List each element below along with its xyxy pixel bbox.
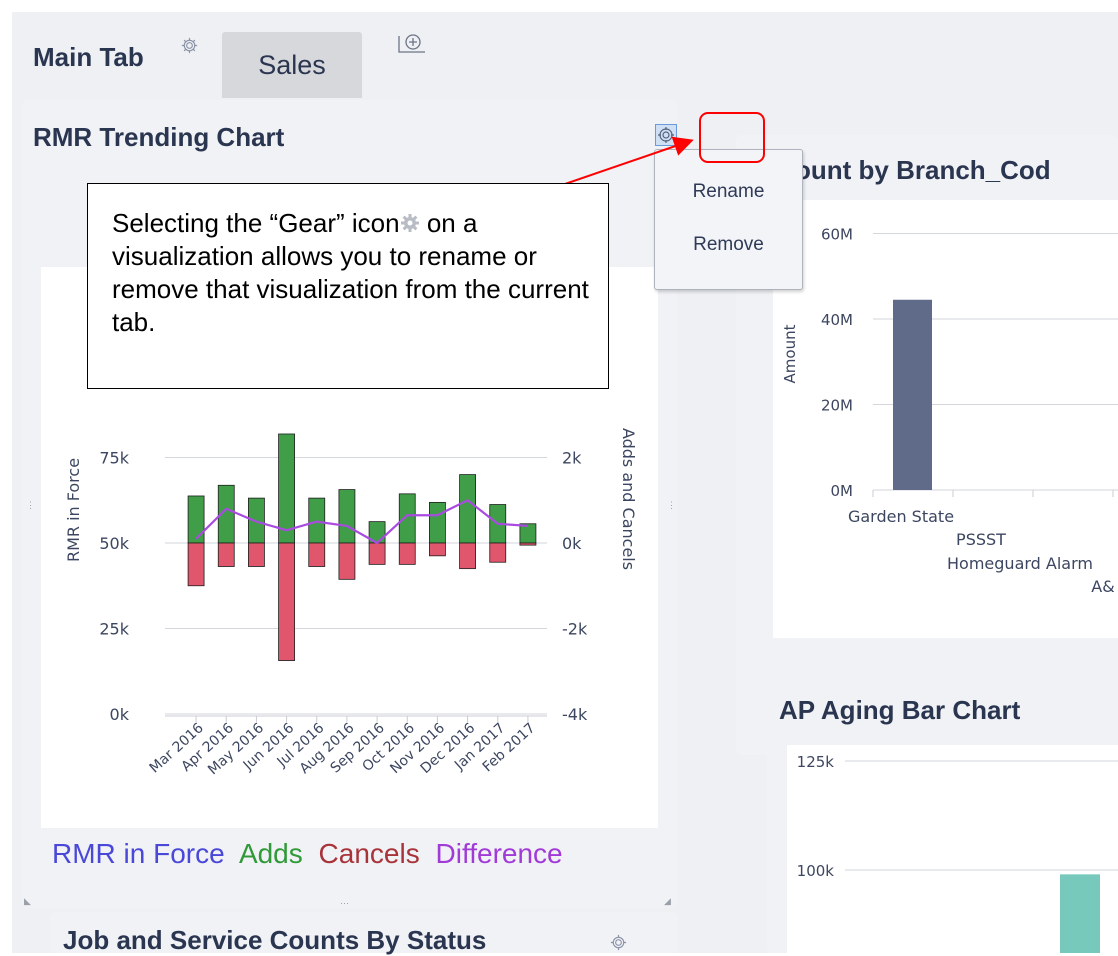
gear-icon: [400, 214, 419, 232]
annotation-arrow: [494, 136, 694, 209]
callout-text-before: Selecting the “Gear” icon: [112, 208, 400, 238]
annotation-callout: Selecting the “Gear” icon on a visualiza…: [87, 183, 609, 389]
